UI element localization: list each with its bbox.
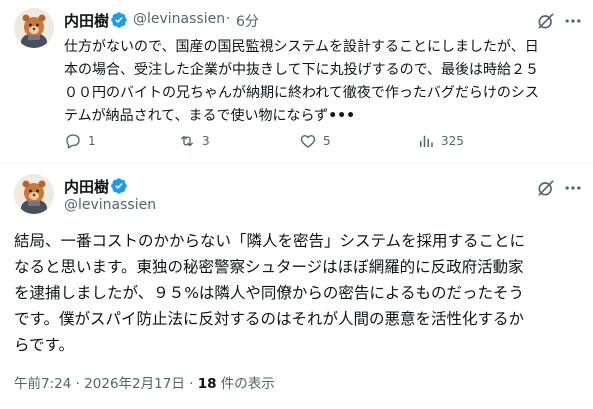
tweet-text-line: 結局、一番コストのかからない「隣人を密告」システムを採用することに	[14, 232, 526, 250]
tweet-text-line: を逮捕しましたが、９５%は隣人や同僚からの密告によるものだったそう	[14, 284, 524, 302]
views-icon	[420, 135, 433, 147]
grok-icon[interactable]	[536, 178, 556, 198]
views-label: 件の表示	[216, 376, 275, 392]
tweet-text-line: です。僕がスパイ防止法に反対するのはそれが人間の悪意を活性化するか	[14, 310, 524, 328]
tweet-text-line: 仕方がないので、国産の国民監視システムを設計することにしましたが、日	[64, 39, 539, 55]
parent-tweet[interactable]: 内田樹 @levinassien · 6分 仕方がないので、国産の国民監視システ…	[0, 0, 593, 163]
like-icon	[300, 135, 316, 148]
divider	[0, 163, 593, 164]
views-button[interactable]: 325	[417, 130, 464, 152]
tweet-meta: 午前7:24 · 2026年2月17日 · 18 件の表示	[14, 372, 275, 392]
like-button[interactable]: 5	[299, 130, 331, 152]
tweet-text-line: らです。	[14, 336, 74, 354]
avatar[interactable]	[14, 174, 54, 214]
views-count: 325	[441, 134, 464, 148]
display-name[interactable]: 内田樹	[64, 176, 109, 197]
tweet-text: 結局、一番コストのかからない「隣人を密告」システムを採用することに なると思いま…	[14, 228, 584, 358]
reply-icon	[66, 134, 80, 149]
views-count[interactable]: 18	[198, 376, 217, 392]
timestamp[interactable]: 午前7:24 · 2026年2月17日 ·	[14, 376, 198, 392]
reply-button[interactable]: 1	[64, 130, 96, 152]
display-name[interactable]: 内田樹	[64, 10, 109, 31]
handle[interactable]: @levinassien	[64, 197, 156, 213]
timestamp[interactable]: 6分	[236, 11, 259, 31]
show-more-link[interactable]: •••	[328, 108, 355, 124]
tweet-text: 仕方がないので、国産の国民監視システムを設計することにしましたが、日 本の場合、…	[64, 36, 584, 128]
tweet-text-line-content: テムが納品されて、まるで使い物にならず	[64, 108, 329, 124]
separator-dot: ·	[226, 11, 231, 27]
verified-badge-icon	[110, 177, 128, 195]
more-dots-icon[interactable]	[563, 11, 583, 31]
reply-count: 1	[88, 134, 96, 148]
more-dots-icon[interactable]	[563, 178, 583, 198]
retweet-button[interactable]: 3	[178, 130, 210, 152]
retweet-count: 3	[202, 134, 210, 148]
grok-icon[interactable]	[536, 11, 556, 31]
like-count: 5	[323, 134, 331, 148]
verified-badge-icon	[110, 11, 128, 29]
avatar-image	[14, 174, 54, 214]
handle[interactable]: @levinassien	[133, 11, 225, 27]
tweet-text-line: なると思います。東独の秘密警察シュタージはほぼ網羅的に反政府活動家	[14, 258, 524, 276]
avatar[interactable]	[14, 8, 54, 48]
action-bar: 1 3 5 325	[60, 130, 580, 152]
retweet-icon	[181, 135, 193, 147]
tweet-text-line: ００円のバイトの兄ちゃんが納期に終われて徹夜で作ったバグだらけのシス	[64, 85, 539, 101]
tweet-text-line: 本の場合、受注した企業が中抜きして下に丸投げするので、最後は時給２５	[64, 62, 540, 78]
tweet-text-line: テムが納品されて、まるで使い物にならず•••	[64, 105, 584, 128]
avatar-image	[14, 8, 54, 48]
